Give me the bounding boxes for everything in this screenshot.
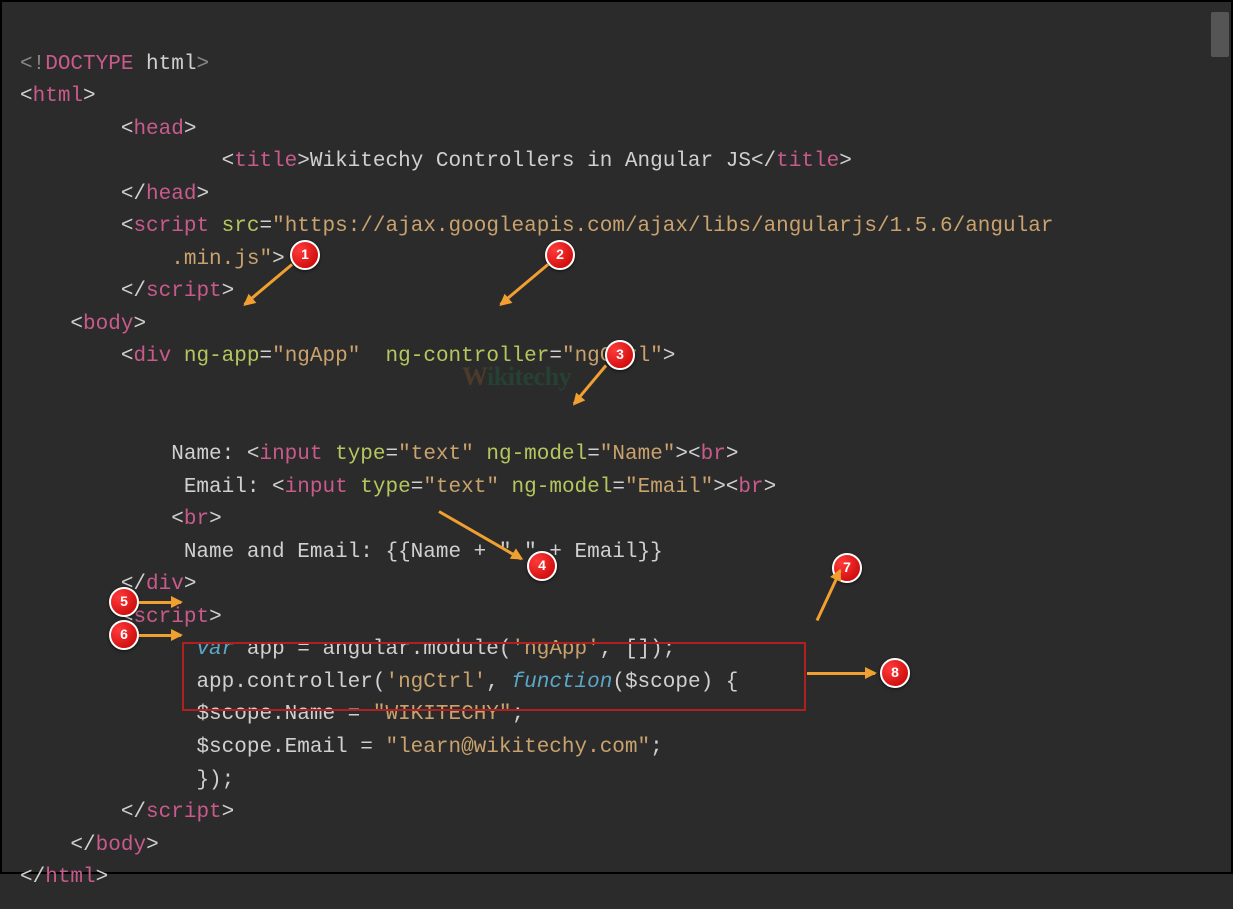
code-line: <!DOCTYPE html> bbox=[20, 53, 209, 76]
code-line: <title>Wikitechy Controllers in Angular … bbox=[20, 150, 852, 173]
code-line: </html> bbox=[20, 866, 108, 889]
code-line: </body> bbox=[20, 834, 159, 857]
code-line: Email: <input type="text" ng-model="Emai… bbox=[20, 476, 776, 499]
code-line: app.controller('ngCtrl', function($scope… bbox=[20, 671, 738, 694]
code-line: <script src="https://ajax.googleapis.com… bbox=[20, 215, 1053, 238]
code-line: <body> bbox=[20, 313, 146, 336]
code-line: }); bbox=[20, 769, 234, 792]
code-line: </script> bbox=[20, 280, 234, 303]
code-line: .min.js"> bbox=[20, 248, 285, 271]
code-line: <br> bbox=[20, 508, 222, 531]
code-line: $scope.Email = "learn@wikitechy.com"; bbox=[20, 736, 663, 759]
code-line bbox=[20, 378, 33, 401]
code-line: </head> bbox=[20, 183, 209, 206]
code-editor: <!DOCTYPE html> <html> <head> <title>Wik… bbox=[2, 2, 1231, 909]
code-line: <html> bbox=[20, 85, 96, 108]
code-line: Name and Email: {{Name + " " + Email}} bbox=[20, 541, 663, 564]
code-line: <head> bbox=[20, 118, 196, 141]
editor-frame: <!DOCTYPE html> <html> <head> <title>Wik… bbox=[0, 0, 1233, 874]
code-line: <script> bbox=[20, 606, 222, 629]
code-line: var app = angular.module('ngApp', []); bbox=[20, 638, 675, 661]
scrollbar-thumb[interactable] bbox=[1211, 12, 1229, 57]
code-line bbox=[20, 411, 33, 434]
code-line: <div ng-app="ngApp" ng-controller="ngCtr… bbox=[20, 345, 675, 368]
code-line: </div> bbox=[20, 573, 196, 596]
code-line: $scope.Name = "WIKITECHY"; bbox=[20, 703, 524, 726]
code-line: Name: <input type="text" ng-model="Name"… bbox=[20, 443, 738, 466]
code-line: </script> bbox=[20, 801, 234, 824]
